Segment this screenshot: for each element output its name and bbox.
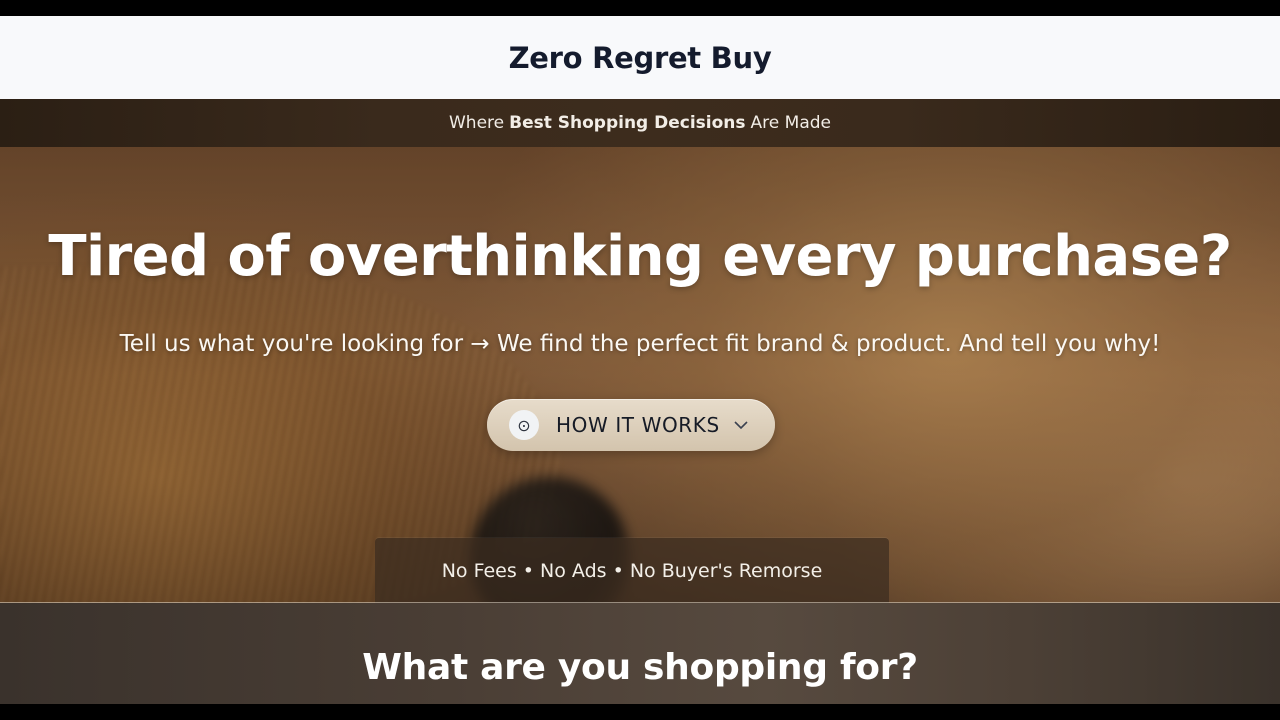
tagline-highlight: Best Shopping Decisions bbox=[509, 113, 746, 133]
shopping-heading: What are you shopping for? bbox=[362, 647, 918, 688]
hero-section: Tired of overthinking every purchase? Te… bbox=[0, 147, 1280, 603]
perks-badge: No Fees • No Ads • No Buyer's Remorse bbox=[375, 538, 889, 603]
tagline-bar: Where Best Shopping Decisions Are Made bbox=[0, 99, 1280, 147]
hero-heading: Tired of overthinking every purchase? bbox=[48, 224, 1232, 289]
chevron-down-icon bbox=[734, 416, 748, 434]
video-frame: Zero Regret Buy Where Best Shopping Decis… bbox=[0, 0, 1280, 720]
tagline-suffix: Are Made bbox=[750, 113, 831, 133]
webpage: Zero Regret Buy Where Best Shopping Decis… bbox=[0, 16, 1280, 704]
shopping-section: What are you shopping for? bbox=[0, 603, 1280, 704]
how-it-works-label: HOW IT WORKS bbox=[556, 413, 720, 437]
tagline-prefix: Where bbox=[448, 113, 505, 133]
play-circle-icon: ⊙ bbox=[509, 410, 539, 440]
site-header: Zero Regret Buy bbox=[0, 16, 1280, 99]
site-title[interactable]: Zero Regret Buy bbox=[509, 41, 772, 75]
hero-subheading: Tell us what you're looking for → We fin… bbox=[119, 331, 1161, 357]
how-it-works-button[interactable]: ⊙ HOW IT WORKS bbox=[487, 399, 775, 451]
hero-overlay bbox=[0, 147, 1280, 603]
